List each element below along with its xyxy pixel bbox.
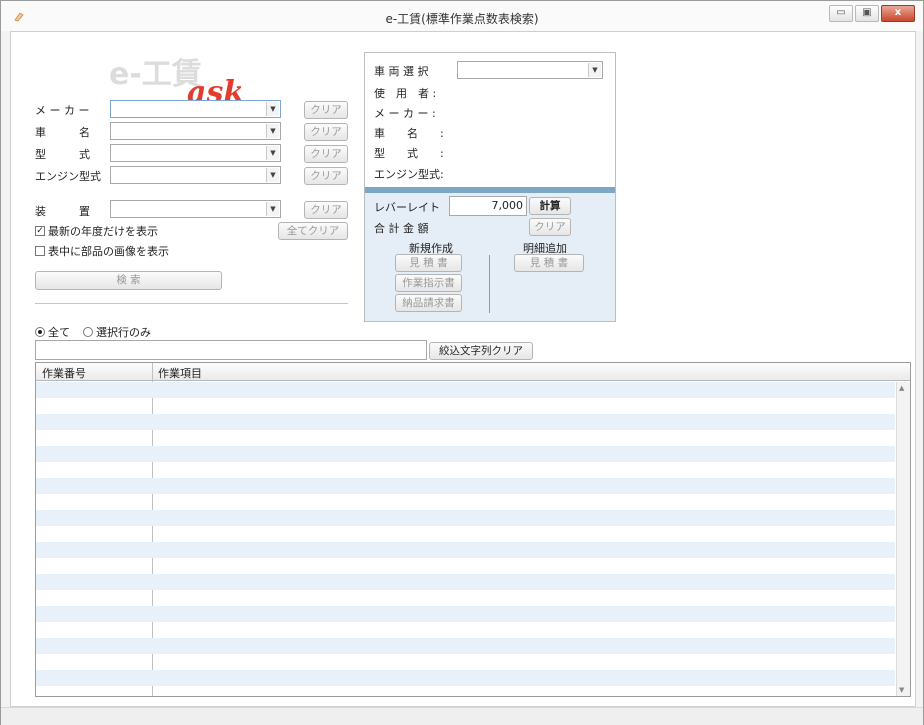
panel-car-name-label: 車 名 :: [374, 127, 444, 140]
table-row[interactable]: [36, 654, 895, 670]
chevron-down-icon[interactable]: ▼: [266, 202, 279, 216]
latest-year-label: 最新の年度だけを表示: [48, 225, 158, 238]
maker-combobox[interactable]: ▼: [110, 100, 281, 118]
window-title: e-工賃(標準作業点数表検索): [385, 12, 539, 26]
status-bar: [1, 707, 923, 725]
filter-all-radio[interactable]: 全て: [35, 324, 70, 340]
divider: [35, 303, 348, 305]
work-order-button[interactable]: 作業指示書: [395, 274, 462, 292]
checkbox-unchecked-icon[interactable]: [35, 246, 45, 256]
table-row[interactable]: [36, 686, 895, 696]
filter-selected-only-radio[interactable]: 選択行のみ: [83, 324, 151, 340]
filter-selected-only-label: 選択行のみ: [96, 326, 151, 339]
table-row[interactable]: [36, 414, 895, 430]
clear-all-button[interactable]: 全てクリア: [278, 222, 348, 240]
engine-combobox[interactable]: ▼: [110, 166, 281, 184]
chevron-down-icon[interactable]: ▼: [266, 168, 279, 182]
show-parts-image-label: 表中に部品の画像を表示: [48, 245, 169, 258]
vehicle-select-combobox[interactable]: ▼: [457, 61, 603, 79]
maximize-button[interactable]: ▣: [855, 5, 879, 22]
checkbox-checked-icon[interactable]: ✓: [35, 226, 45, 236]
car-name-clear-button[interactable]: クリア: [304, 123, 348, 141]
table-row[interactable]: [36, 462, 895, 478]
car-name-label: 車 名: [35, 126, 90, 139]
maker-label: メ ー カ ー: [35, 104, 90, 117]
table-row[interactable]: [36, 494, 895, 510]
engine-label: エンジン型式: [35, 170, 101, 183]
chevron-down-icon[interactable]: ▼: [266, 124, 279, 138]
vertical-scrollbar[interactable]: ▲ ▼: [896, 382, 910, 696]
labor-rate-label: レバーレイト: [374, 201, 440, 214]
filter-all-label: 全て: [48, 326, 70, 339]
table-row[interactable]: [36, 590, 895, 606]
search-button[interactable]: 検 索: [35, 271, 222, 290]
column-header-work-number[interactable]: 作業番号: [42, 365, 86, 381]
title-bar: e-工賃(標準作業点数表検索) ▭ ▣ x: [1, 1, 923, 31]
clear-filter-button[interactable]: 絞込文字列クリア: [429, 342, 533, 360]
user-label: 使 用 者 :: [374, 87, 437, 100]
table-row[interactable]: [36, 606, 895, 622]
model-clear-button[interactable]: クリア: [304, 145, 348, 163]
filter-input[interactable]: [35, 340, 427, 360]
trim-label: 装 置: [35, 205, 90, 218]
table-row[interactable]: [36, 670, 895, 686]
panel-maker-label: メ ー カ ー :: [374, 107, 436, 120]
latest-year-checkbox[interactable]: ✓ 最新の年度だけを表示: [35, 223, 158, 239]
window-controls: ▭ ▣ x: [829, 5, 915, 22]
model-label: 型 式: [35, 148, 90, 161]
scroll-down-icon[interactable]: ▼: [899, 686, 904, 694]
minimize-button[interactable]: ▭: [829, 5, 853, 22]
model-combobox[interactable]: ▼: [110, 144, 281, 162]
work-items-grid[interactable]: 作業番号 作業項目 ▲ ▼: [35, 362, 911, 697]
table-row[interactable]: [36, 382, 895, 398]
engine-clear-button[interactable]: クリア: [304, 167, 348, 185]
trim-combobox[interactable]: ▼: [110, 200, 281, 218]
estimate-panel: レバーレイト 7,000 計算 合 計 金 額 クリア 新規作成 明細追加 見 …: [365, 187, 615, 321]
table-row[interactable]: [36, 478, 895, 494]
table-row[interactable]: [36, 526, 895, 542]
vehicle-select-label: 車 両 選 択: [374, 65, 429, 78]
labor-rate-input[interactable]: 7,000: [449, 196, 527, 216]
table-row[interactable]: [36, 622, 895, 638]
chevron-down-icon[interactable]: ▼: [588, 63, 601, 77]
detail-estimate-button[interactable]: 見 積 書: [514, 254, 584, 272]
table-row[interactable]: [36, 638, 895, 654]
table-row[interactable]: [36, 446, 895, 462]
column-header-work-item[interactable]: 作業項目: [158, 365, 202, 381]
chevron-down-icon[interactable]: ▼: [266, 102, 279, 116]
invoice-button[interactable]: 納品請求書: [395, 294, 462, 312]
table-row[interactable]: [36, 558, 895, 574]
grid-header: 作業番号 作業項目: [36, 363, 910, 381]
radio-unselected-icon[interactable]: [83, 327, 93, 337]
calc-button[interactable]: 計算: [529, 197, 571, 215]
maker-clear-button[interactable]: クリア: [304, 101, 348, 119]
app-window: e-工賃(標準作業点数表検索) ▭ ▣ x e-工賃 ask メ ー カ ー ▼…: [0, 0, 924, 725]
trim-clear-button[interactable]: クリア: [304, 201, 348, 219]
table-row[interactable]: [36, 510, 895, 526]
chevron-down-icon[interactable]: ▼: [266, 146, 279, 160]
scroll-up-icon[interactable]: ▲: [899, 384, 904, 392]
panel-engine-label: エンジン型式:: [374, 168, 444, 181]
panel-divider: [489, 255, 490, 313]
radio-selected-icon[interactable]: [35, 327, 45, 337]
main-area: e-工賃 ask メ ー カ ー ▼ クリア 車 名 ▼ クリア 型 式 ▼ ク…: [10, 31, 916, 707]
car-name-combobox[interactable]: ▼: [110, 122, 281, 140]
table-row[interactable]: [36, 398, 895, 414]
table-row[interactable]: [36, 542, 895, 558]
show-parts-image-checkbox[interactable]: 表中に部品の画像を表示: [35, 243, 169, 259]
estimate-button[interactable]: 見 積 書: [395, 254, 462, 272]
table-row[interactable]: [36, 574, 895, 590]
vehicle-panel: 車 両 選 択 ▼ 使 用 者 : メ ー カ ー : 車 名 : 型 式 : …: [364, 52, 616, 322]
total-label: 合 計 金 額: [374, 222, 429, 235]
app-logo: e-工賃 ask: [109, 57, 244, 107]
total-clear-button[interactable]: クリア: [529, 218, 571, 236]
panel-model-label: 型 式 :: [374, 147, 444, 160]
table-row[interactable]: [36, 430, 895, 446]
close-button[interactable]: x: [881, 5, 915, 22]
